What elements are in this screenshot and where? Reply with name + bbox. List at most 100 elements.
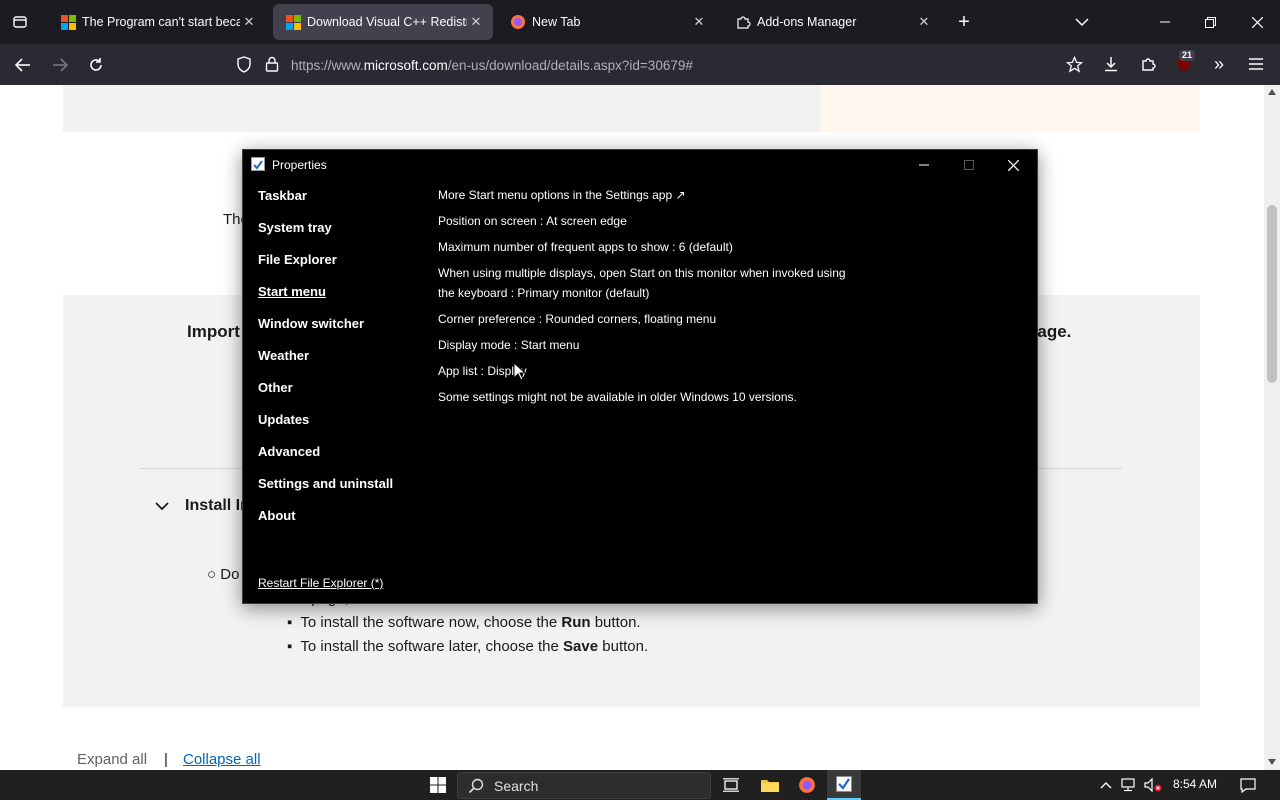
- volume-muted-icon: [1144, 778, 1162, 792]
- nav-weather[interactable]: Weather: [258, 348, 428, 380]
- taskbar-search-box[interactable]: Search: [457, 772, 711, 799]
- volume-button[interactable]: [1142, 770, 1164, 800]
- save-text: To install the software later, choose th…: [300, 638, 564, 655]
- tab-program-cant-start[interactable]: The Program can't start becaus ✕: [48, 4, 266, 40]
- browser-tab-bar: The Program can't start becaus ✕ Downloa…: [0, 0, 1280, 44]
- tab-title: New Tab: [532, 15, 581, 29]
- star-icon: [1065, 55, 1083, 73]
- network-status-button[interactable]: [1118, 770, 1140, 800]
- save-bold: Save: [563, 638, 599, 655]
- taskbar-properties-app[interactable]: [827, 770, 861, 800]
- nav-window-switcher[interactable]: Window switcher: [258, 316, 428, 348]
- url-bar[interactable]: https://www. microsoft.com/en-us/download…: [291, 50, 1119, 80]
- nav-taskbar[interactable]: Taskbar: [258, 188, 428, 220]
- close-icon[interactable]: ✕: [467, 14, 485, 30]
- setting-display-mode[interactable]: Display mode : Start menu: [438, 335, 858, 355]
- nav-other[interactable]: Other: [258, 380, 428, 412]
- windows-taskbar: Search 8:54 AM: [0, 770, 1280, 800]
- lock-icon: [265, 56, 279, 72]
- nav-settings-and-uninstall[interactable]: Settings and uninstall: [258, 476, 428, 508]
- dialog-close-button[interactable]: [991, 150, 1036, 180]
- close-icon: [1008, 159, 1019, 171]
- install-section-toggle[interactable]: Install In: [155, 497, 250, 515]
- collapse-all-link[interactable]: Collapse all: [183, 751, 261, 768]
- page-scrollbar[interactable]: [1264, 85, 1280, 770]
- downloads-button[interactable]: [1099, 52, 1123, 76]
- setting-more-options-link[interactable]: More Start menu options in the Settings …: [438, 185, 858, 205]
- dialog-title: Properties: [272, 158, 327, 172]
- scroll-up-icon[interactable]: [1268, 89, 1276, 95]
- arrow-left-icon: [15, 58, 30, 72]
- nav-file-explorer[interactable]: File Explorer: [258, 252, 428, 284]
- task-view-button[interactable]: [717, 770, 745, 800]
- tracking-protection-button[interactable]: [234, 54, 254, 74]
- tab-new-tab[interactable]: New Tab ✕: [498, 4, 716, 40]
- scroll-down-icon[interactable]: [1268, 759, 1276, 765]
- back-button[interactable]: [10, 52, 36, 78]
- nav-about[interactable]: About: [258, 508, 428, 540]
- url-domain: microsoft.com: [363, 57, 448, 73]
- window-close-button[interactable]: [1237, 0, 1277, 44]
- taskbar-firefox[interactable]: [792, 770, 822, 800]
- bookmark-button[interactable]: [1062, 52, 1086, 76]
- arrow-right-icon: [53, 58, 68, 72]
- window-restore-button[interactable]: [1190, 0, 1230, 44]
- setting-multiple-displays[interactable]: When using multiple displays, open Start…: [438, 263, 858, 303]
- expand-all-link[interactable]: Expand all: [77, 751, 147, 768]
- task-view-icon: [723, 778, 739, 792]
- firefox-icon: [799, 777, 815, 793]
- maximize-icon: [963, 160, 974, 170]
- puzzle-icon: [1142, 58, 1156, 71]
- window-minimize-button[interactable]: [1145, 0, 1185, 44]
- setting-app-list[interactable]: App list : Display: [438, 361, 858, 381]
- restore-icon: [1204, 16, 1216, 28]
- close-icon[interactable]: ✕: [690, 14, 708, 30]
- start-button[interactable]: [422, 770, 454, 800]
- list-all-tabs-button[interactable]: [1070, 10, 1094, 34]
- app-menu-button[interactable]: [1244, 52, 1268, 76]
- run-text-end: button.: [590, 614, 641, 631]
- taskbar-clock[interactable]: 8:54 AM: [1173, 777, 1217, 791]
- double-chevron-right-icon: »: [1213, 53, 1224, 74]
- install-section-heading: Install In: [185, 497, 250, 514]
- link-separator: |: [164, 751, 168, 768]
- nav-updates[interactable]: Updates: [258, 412, 428, 444]
- extensions-button[interactable]: [1136, 52, 1160, 76]
- scrollbar-thumb[interactable]: [1267, 205, 1277, 383]
- tab-addons-manager[interactable]: Add-ons Manager ✕: [723, 4, 941, 40]
- site-info-button[interactable]: [262, 54, 282, 74]
- nav-advanced[interactable]: Advanced: [258, 444, 428, 476]
- firefox-view-button[interactable]: [0, 0, 40, 44]
- dialog-minimize-button[interactable]: [901, 150, 946, 180]
- tab-download-vcpp[interactable]: Download Visual C++ Redistrib ✕: [273, 4, 493, 40]
- plus-icon: +: [958, 10, 970, 33]
- reload-button[interactable]: [83, 52, 109, 78]
- sub-bullet-do: ○ Do: [207, 566, 240, 583]
- close-icon[interactable]: ✕: [915, 14, 933, 30]
- list-item-save: ▪ To install the software later, choose …: [287, 638, 649, 655]
- nav-start-menu[interactable]: Start menu: [258, 284, 428, 316]
- minimize-icon: [1160, 21, 1170, 23]
- new-tab-button[interactable]: +: [952, 10, 976, 34]
- show-hidden-icons-button[interactable]: [1096, 770, 1116, 800]
- notifications-button[interactable]: [1234, 770, 1262, 800]
- tab-title: Add-ons Manager: [757, 15, 857, 29]
- setting-max-frequent-apps[interactable]: Maximum number of frequent apps to show …: [438, 237, 858, 257]
- taskbar-file-explorer[interactable]: [755, 770, 785, 800]
- download-icon: [1105, 57, 1117, 72]
- firefox-view-icon: [13, 16, 27, 28]
- windows-logo-icon: [60, 14, 76, 30]
- setting-corner-preference[interactable]: Corner preference : Rounded corners, flo…: [438, 309, 858, 329]
- more-tools-button[interactable]: »: [1207, 52, 1231, 76]
- forward-button[interactable]: [47, 52, 73, 78]
- windows-start-icon: [430, 777, 446, 793]
- dialog-titlebar[interactable]: Properties: [243, 150, 1037, 180]
- restart-file-explorer-link[interactable]: Restart File Explorer (*): [258, 576, 383, 590]
- setting-position-on-screen[interactable]: Position on screen : At screen edge: [438, 211, 858, 231]
- top-panel-highlight: [820, 85, 1200, 132]
- tab-title: The Program can't start becaus: [82, 15, 240, 29]
- close-icon[interactable]: ✕: [240, 14, 258, 30]
- url-path: /en-us/download/details.aspx?id=30679#: [447, 57, 693, 73]
- nav-system-tray[interactable]: System tray: [258, 220, 428, 252]
- properties-app-icon: [836, 776, 852, 792]
